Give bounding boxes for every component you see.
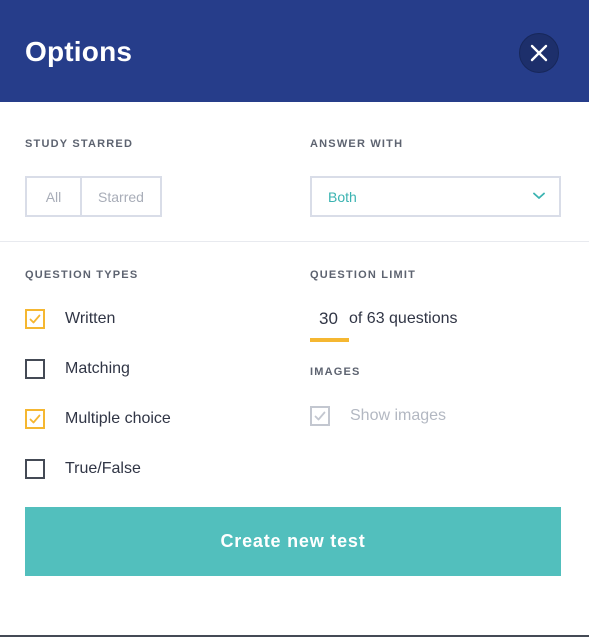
question-limit-label: QUESTION LIMIT [310, 269, 417, 281]
checkmark-icon [314, 411, 326, 421]
question-type-multiple-choice[interactable]: Multiple choice [25, 409, 171, 429]
question-type-label: True/False [65, 460, 141, 477]
question-limit-input[interactable]: 30 [310, 308, 349, 342]
close-button[interactable] [519, 33, 559, 73]
question-type-label: Matching [65, 360, 130, 377]
checkmark-icon [29, 314, 41, 324]
show-images-checkbox[interactable] [310, 406, 330, 426]
show-images-label: Show images [350, 407, 447, 424]
answer-with-value: Both [328, 189, 357, 205]
question-type-true-false[interactable]: True/False [25, 459, 141, 479]
question-limit-value: 30 [319, 309, 338, 328]
study-all-button[interactable]: All [27, 178, 82, 215]
checkmark-icon [29, 414, 41, 424]
answer-with-select[interactable]: Both [310, 176, 561, 217]
create-new-test-button[interactable]: Create new test [25, 507, 561, 576]
close-icon [530, 44, 548, 62]
checkbox-checked[interactable] [25, 409, 45, 429]
question-type-written[interactable]: Written [25, 309, 115, 329]
checkbox-unchecked[interactable] [25, 359, 45, 379]
modal-header: Options [0, 0, 589, 102]
study-starred-button[interactable]: Starred [82, 178, 160, 215]
question-type-matching[interactable]: Matching [25, 359, 130, 379]
show-images-option[interactable]: Show images [310, 406, 446, 426]
question-limit-suffix: of 63 questions [349, 310, 458, 327]
study-starred-toggle: All Starred [25, 176, 162, 217]
checkbox-checked[interactable] [25, 309, 45, 329]
answer-with-label: ANSWER WITH [310, 138, 404, 150]
checkbox-unchecked[interactable] [25, 459, 45, 479]
question-type-label: Written [65, 310, 116, 327]
images-label: IMAGES [310, 366, 361, 378]
page-title: Options [25, 36, 133, 67]
question-type-label: Multiple choice [65, 410, 171, 427]
options-modal: Options STUDY STARRED All Starred ANSWER… [0, 0, 589, 637]
study-starred-label: STUDY STARRED [25, 138, 134, 150]
chevron-down-icon [533, 192, 545, 199]
section-divider [0, 241, 589, 242]
question-types-label: QUESTION TYPES [25, 269, 139, 281]
